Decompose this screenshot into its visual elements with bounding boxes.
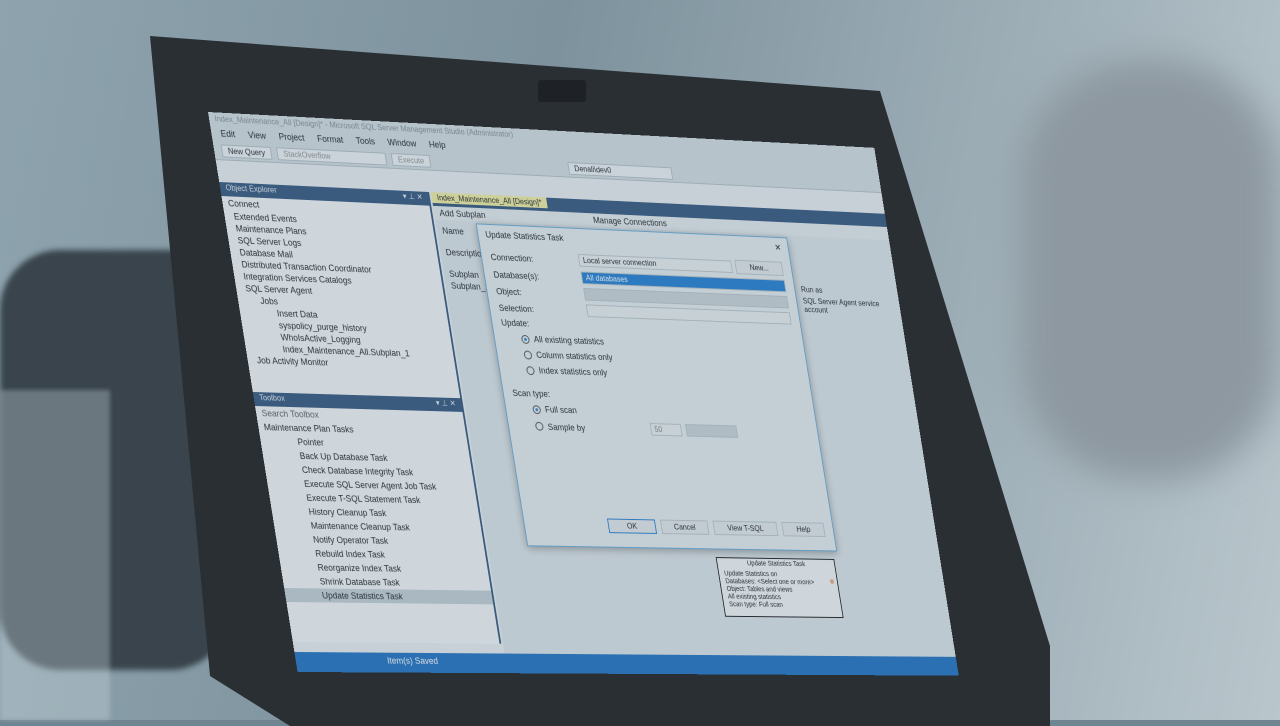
ok-button[interactable]: OK [606, 518, 658, 534]
object-explorer: Object Explorer ▾ ⊥ ✕ Connect Extended Ev… [219, 182, 463, 399]
object-explorer-title: Object Explorer [224, 183, 278, 195]
status-bar: Item(s) Saved [294, 652, 959, 676]
task-box-title: Update Statistics Task [746, 560, 806, 569]
close-icon[interactable]: ▾ ⊥ ✕ [435, 398, 457, 410]
toolbox-item[interactable]: Update Statistics Task [284, 588, 494, 605]
cancel-button[interactable]: Cancel [659, 519, 710, 535]
dialog-title: Update Statistics Task [484, 229, 565, 243]
menu-edit[interactable]: Edit [220, 128, 236, 141]
radio-column-statistics[interactable]: Column statistics only [523, 350, 782, 368]
radio-full-scan[interactable]: Full scan [531, 404, 790, 421]
new-query-button[interactable]: New Query [220, 144, 273, 160]
new-connection-button[interactable]: New... [734, 259, 784, 277]
config-select[interactable]: Denali\dev0 [567, 162, 674, 180]
menu-project[interactable]: Project [278, 132, 306, 145]
runas-header: Run as [800, 285, 824, 295]
close-icon[interactable]: ▾ ⊥ ✕ [402, 192, 424, 205]
close-icon[interactable]: ✕ [774, 243, 782, 254]
database-select[interactable]: StackOverflow [276, 147, 388, 166]
menu-tools[interactable]: Tools [355, 136, 376, 149]
databases-label: Database(s): [492, 269, 540, 281]
toolbox: Toolbox ▾ ⊥ ✕ Search Toolbox Maintenance … [252, 392, 502, 644]
scan-type-label: Scan type: [511, 388, 551, 399]
view-tsql-button[interactable]: View T-SQL [712, 520, 779, 537]
runas-value[interactable]: SQL Server Agent service account [802, 297, 895, 318]
designer-area: Index_Maintenance_All [Design]* Add Subp… [430, 192, 956, 657]
object-label: Object: [495, 285, 523, 297]
radio-sample-by[interactable]: Sample by 50 [534, 420, 793, 440]
menu-view[interactable]: View [247, 130, 267, 143]
task-line: Scan type: Full scan [728, 601, 784, 609]
update-statistics-dialog: Update Statistics Task ✕ Connection: Local… [475, 223, 838, 552]
connection-label: Connection: [489, 251, 534, 264]
execute-button[interactable]: Execute [390, 153, 432, 168]
webcam [538, 80, 586, 102]
person-hands [1020, 60, 1280, 480]
radio-index-statistics[interactable]: Index statistics only [525, 365, 785, 383]
water-glass [0, 390, 110, 720]
selection-label: Selection: [498, 302, 535, 314]
menu-help[interactable]: Help [428, 139, 446, 152]
error-icon: ⊗ [829, 578, 836, 586]
menu-window[interactable]: Window [387, 137, 418, 150]
update-label: Update: [500, 317, 530, 329]
sample-unit-select[interactable] [684, 424, 738, 438]
toolbox-title: Toolbox [258, 393, 286, 403]
sample-value-stepper[interactable]: 50 [649, 423, 683, 437]
laptop-screen: Index_Maintenance_All [Design]* - Micros… [208, 112, 959, 676]
update-statistics-task-box[interactable]: Update Statistics Task Update Statistics… [715, 557, 844, 619]
help-button[interactable]: Help [781, 521, 826, 538]
add-subplan-button[interactable]: Add Subplan [439, 208, 486, 220]
connection-select[interactable]: Local server connection [577, 253, 734, 274]
menu-format[interactable]: Format [316, 134, 344, 147]
